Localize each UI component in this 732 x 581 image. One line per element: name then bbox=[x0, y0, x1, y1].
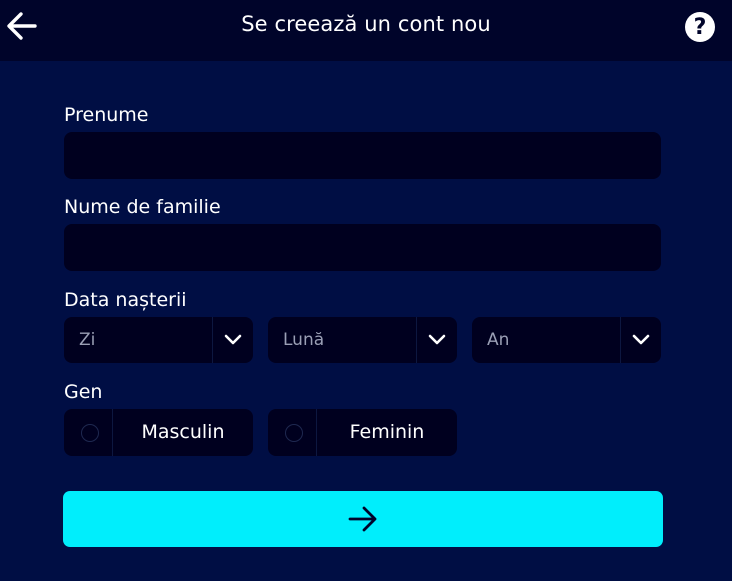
year-select[interactable]: An bbox=[472, 317, 661, 363]
chevron-down-icon bbox=[224, 334, 242, 345]
page-title: Se creează un cont nou bbox=[241, 12, 491, 36]
month-select-value: Lună bbox=[283, 330, 325, 350]
radio-circle-icon[interactable] bbox=[81, 424, 99, 442]
gender-option-female[interactable]: Feminin bbox=[268, 409, 457, 456]
chevron-down-icon bbox=[632, 334, 650, 345]
last-name-input[interactable] bbox=[64, 224, 661, 271]
first-name-input[interactable] bbox=[64, 132, 661, 179]
day-select-value: Zi bbox=[79, 330, 96, 350]
question-circle-icon: ? bbox=[693, 14, 707, 40]
year-select-value: An bbox=[487, 330, 510, 350]
select-divider bbox=[620, 317, 621, 363]
month-select[interactable]: Lună bbox=[268, 317, 457, 363]
gender-option-label: Masculin bbox=[141, 421, 225, 443]
next-button[interactable] bbox=[63, 491, 663, 547]
last-name-label: Nume de familie bbox=[64, 196, 221, 218]
gender-option-male[interactable]: Masculin bbox=[64, 409, 253, 456]
select-divider bbox=[416, 317, 417, 363]
birth-date-label: Data nașterii bbox=[64, 289, 187, 311]
chevron-down-icon bbox=[428, 334, 446, 345]
help-button[interactable]: ? bbox=[685, 12, 715, 42]
gender-option-label: Feminin bbox=[349, 421, 425, 443]
select-divider bbox=[212, 317, 213, 363]
top-bar: Se creează un cont nou ? bbox=[0, 0, 732, 61]
radio-circle-icon[interactable] bbox=[285, 424, 303, 442]
arrow-right-icon bbox=[348, 506, 377, 532]
gender-label: Gen bbox=[64, 381, 103, 403]
first-name-label: Prenume bbox=[64, 104, 149, 126]
day-select[interactable]: Zi bbox=[64, 317, 253, 363]
